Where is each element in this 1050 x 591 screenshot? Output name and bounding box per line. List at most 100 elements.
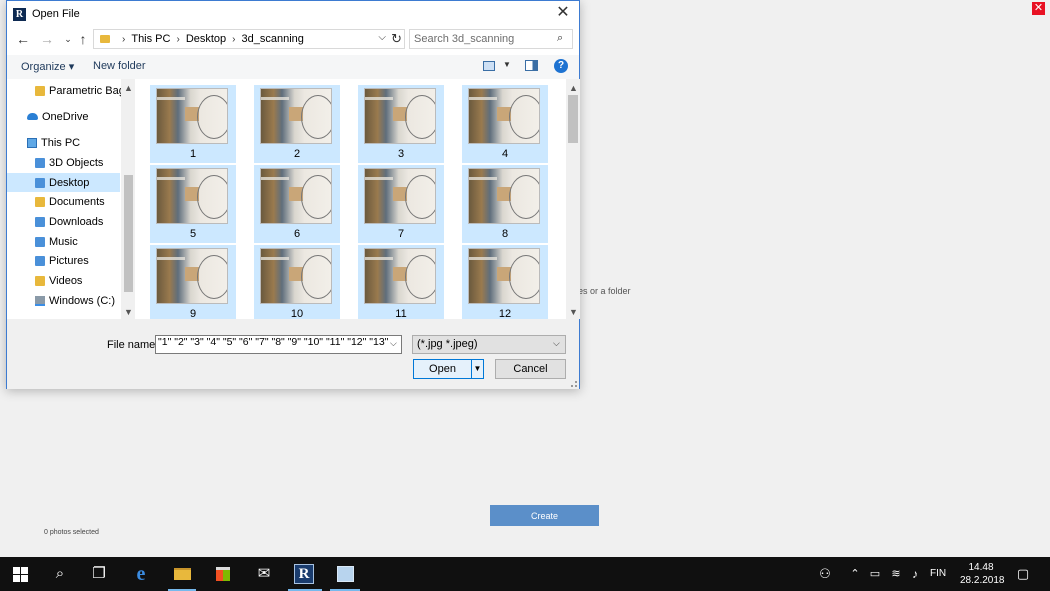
- forward-arrow-icon[interactable]: →: [39, 31, 55, 47]
- nav-item-parametric-bag[interactable]: Parametric Bag: [7, 81, 125, 100]
- nav-item-pictures[interactable]: Pictures: [7, 251, 120, 270]
- language-indicator[interactable]: FIN: [930, 568, 946, 579]
- scroll-down-icon[interactable]: ▼: [569, 307, 578, 317]
- music-icon: [35, 236, 45, 247]
- nav-item-desktop[interactable]: Desktop: [7, 173, 120, 192]
- chevron-right-icon: ›: [122, 33, 126, 45]
- nav-item-windows-c[interactable]: Windows (C:): [7, 291, 120, 310]
- file-tile-1[interactable]: 1: [150, 85, 236, 163]
- chevron-down-icon[interactable]: ▼: [471, 360, 483, 378]
- nav-item-downloads[interactable]: Downloads: [7, 212, 120, 231]
- dialog-titlebar[interactable]: R Open File: [7, 1, 579, 27]
- revit-taskbar-icon[interactable]: R: [294, 564, 316, 584]
- organize-button[interactable]: Organize ▾: [21, 60, 74, 73]
- file-tile-5[interactable]: 5: [150, 165, 236, 243]
- file-tile-8[interactable]: 8: [462, 165, 548, 243]
- mail-icon[interactable]: ✉: [254, 564, 274, 584]
- folder-icon: [35, 85, 45, 96]
- edge-browser-icon[interactable]: e: [131, 564, 151, 584]
- nav-item-label: Videos: [49, 274, 83, 287]
- nav-item-label: Music: [49, 235, 78, 248]
- help-icon[interactable]: ?: [554, 59, 568, 73]
- chevron-down-icon[interactable]: ⌄: [60, 31, 76, 47]
- file-tile-6[interactable]: 6: [254, 165, 340, 243]
- refresh-icon[interactable]: ↻: [391, 31, 402, 47]
- preview-pane-icon[interactable]: [525, 60, 538, 71]
- change-view-icon[interactable]: [483, 61, 495, 71]
- search-icon[interactable]: ⌕: [557, 32, 563, 45]
- notification-icon[interactable]: ▢: [1013, 564, 1033, 584]
- navigation-bar: ← → ⌄ ↑ › This PC › Desktop › 3d_scannin…: [7, 28, 579, 52]
- file-tile-12[interactable]: 12: [462, 245, 548, 319]
- dialog-footer: File name: "1" "2" "3" "4" "5" "6" "7" "…: [7, 319, 579, 389]
- file-tile-10[interactable]: 10: [254, 245, 340, 319]
- file-tile-3[interactable]: 3: [358, 85, 444, 163]
- nav-item-label: This PC: [41, 136, 81, 149]
- breadcrumb-3d-scanning[interactable]: 3d_scanning: [242, 33, 304, 45]
- people-icon[interactable]: ⚇: [815, 564, 835, 584]
- file-type-select[interactable]: (*.jpg *.jpeg): [412, 335, 566, 354]
- file-tile-11[interactable]: 11: [358, 245, 444, 319]
- dialog-toolbar: Organize ▾ New folder ▼ ?: [7, 55, 579, 79]
- breadcrumb-this-pc[interactable]: This PC: [131, 33, 170, 45]
- nav-item-music[interactable]: Music: [7, 232, 120, 251]
- nav-item-documents[interactable]: Documents: [7, 192, 120, 211]
- chevron-down-icon[interactable]: ⌵: [390, 338, 397, 349]
- clock[interactable]: 14.48 28.2.2018: [960, 561, 1005, 587]
- scroll-up-icon[interactable]: ▲: [569, 83, 578, 93]
- store-icon[interactable]: [213, 564, 233, 584]
- search-input[interactable]: [409, 29, 573, 49]
- clock-date: 28.2.2018: [960, 575, 1005, 586]
- task-view-icon[interactable]: ❐: [89, 564, 109, 584]
- image-thumbnail: [364, 168, 436, 224]
- file-name-input[interactable]: "1" "2" "3" "4" "5" "6" "7" "8" "9" "10"…: [155, 335, 402, 354]
- cancel-button[interactable]: Cancel: [495, 359, 566, 379]
- file-tile-2[interactable]: 2: [254, 85, 340, 163]
- new-folder-button[interactable]: New folder: [93, 60, 146, 72]
- image-thumbnail: [468, 168, 540, 224]
- file-tile-7[interactable]: 7: [358, 165, 444, 243]
- nav-item-this-pc[interactable]: This PC: [7, 133, 120, 152]
- up-arrow-icon[interactable]: ↑: [75, 31, 91, 47]
- nav-item-videos[interactable]: Videos: [7, 271, 120, 290]
- scrollbar-thumb[interactable]: [568, 95, 578, 143]
- image-thumbnail: [156, 168, 228, 224]
- chevron-up-icon[interactable]: ⌃: [845, 564, 865, 584]
- back-arrow-icon[interactable]: ←: [15, 31, 31, 47]
- chevron-right-icon[interactable]: ›: [232, 34, 235, 45]
- photos-selected-status: 0 photos selected: [44, 529, 99, 536]
- nav-item-3d-objects[interactable]: 3D Objects: [7, 153, 120, 172]
- scroll-up-icon[interactable]: ▲: [124, 83, 133, 93]
- nav-item-onedrive[interactable]: OneDrive: [7, 107, 120, 126]
- chevron-right-icon[interactable]: ›: [176, 34, 179, 45]
- open-button[interactable]: Open ▼: [413, 359, 484, 379]
- create-button[interactable]: Create: [490, 505, 599, 526]
- wifi-icon[interactable]: ≋: [886, 564, 906, 584]
- file-list-pane: 1 2 3 4 5 6 7 8 9 10 11 12: [148, 79, 566, 319]
- chevron-down-icon[interactable]: ▼: [503, 60, 511, 69]
- chevron-down-icon[interactable]: ⌵: [553, 338, 560, 349]
- desktop-icon: [35, 177, 45, 188]
- file-tile-4[interactable]: 4: [462, 85, 548, 163]
- image-thumbnail: [260, 88, 332, 144]
- chevron-down-icon[interactable]: ⌵: [378, 32, 386, 43]
- breadcrumb-desktop[interactable]: Desktop: [186, 33, 226, 45]
- file-tile-9[interactable]: 9: [150, 245, 236, 319]
- close-icon[interactable]: ✕: [553, 4, 573, 24]
- scrollbar-thumb[interactable]: [124, 175, 133, 292]
- recap-photo-icon[interactable]: [335, 564, 355, 584]
- resize-grip-icon[interactable]: [571, 381, 577, 387]
- nav-pane-scrollbar[interactable]: ▲ ▼: [121, 79, 135, 319]
- address-bar[interactable]: › This PC › Desktop › 3d_scanning ⌵ ↻: [93, 29, 405, 49]
- navigation-pane: Parametric Bag OneDrive This PC 3D Objec…: [7, 79, 135, 319]
- scroll-down-icon[interactable]: ▼: [124, 307, 133, 317]
- file-explorer-icon[interactable]: [172, 564, 192, 584]
- file-list-scrollbar[interactable]: ▲ ▼: [566, 79, 580, 319]
- battery-icon[interactable]: ▭: [865, 564, 885, 584]
- image-thumbnail: [156, 88, 228, 144]
- revit-glyph: R: [294, 564, 314, 584]
- windows-start-icon[interactable]: [10, 564, 30, 584]
- search-icon[interactable]: ⌕: [50, 564, 70, 584]
- close-icon[interactable]: ✕: [1032, 2, 1045, 15]
- volume-icon[interactable]: ♪: [905, 564, 925, 584]
